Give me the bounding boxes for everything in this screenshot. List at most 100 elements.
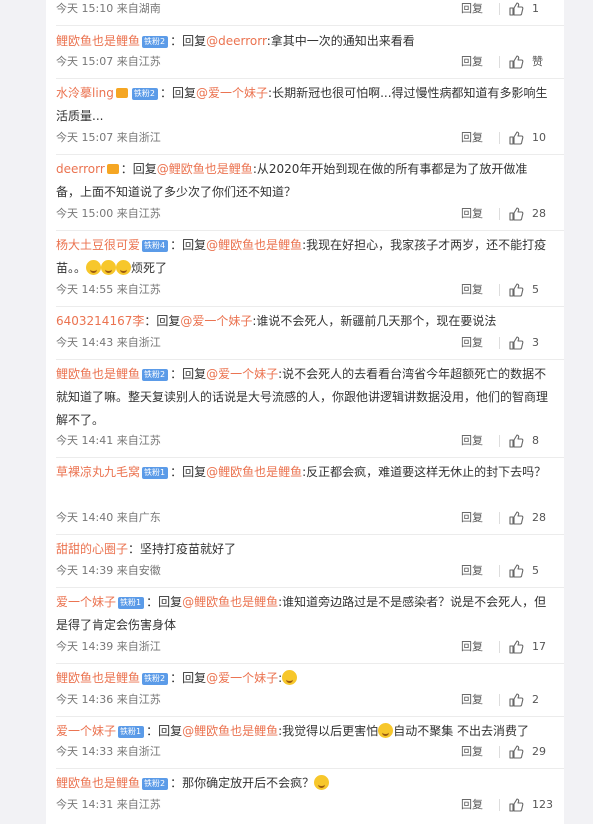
thumbs-up-icon[interactable] [508, 639, 524, 655]
username-link[interactable]: 杨大土豆很可爱 [56, 238, 140, 252]
comment-divider [56, 663, 564, 664]
username-link[interactable]: 爱一个妹子 [56, 595, 116, 609]
comment-divider [56, 230, 564, 231]
comment-divider [56, 306, 564, 307]
fan-badge[interactable]: 铁粉2 [142, 673, 169, 685]
comment-location: 来自江苏 [116, 283, 161, 296]
username-link[interactable]: 鲤欧鱼也是鲤鱼 [56, 34, 140, 48]
comment-list: 今天 15:10 来自湖南 回复 1 鲤欧鱼也是鲤鱼 铁粉2 ：回复@deerrorr:拿… [46, 0, 564, 824]
mention-link[interactable]: @爱一个妹子 [180, 314, 252, 328]
like-count: 8 [532, 434, 539, 447]
thumbs-up-icon[interactable] [508, 744, 524, 760]
comment-location: 来自江苏 [116, 207, 161, 220]
thumbs-up-icon[interactable] [508, 1, 524, 17]
reply-button[interactable]: 回复 [461, 692, 495, 708]
comment-meta: 今天 14:39 来自安徽 [56, 563, 161, 579]
mention-link[interactable]: @鲤欧鱼也是鲤鱼 [157, 162, 253, 176]
mention-link[interactable]: @爱一个妹子 [206, 671, 278, 685]
comment-time: 今天 14:36 [56, 693, 114, 706]
comment-time: 今天 14:55 [56, 283, 114, 296]
username-link[interactable]: 甜甜的心圈子 [56, 542, 128, 556]
reply-button[interactable]: 回复 [461, 130, 495, 146]
reply-button[interactable]: 回复 [461, 510, 495, 526]
reply-button[interactable]: 回复 [461, 563, 495, 579]
reply-button[interactable]: 回复 [461, 282, 495, 298]
thumbs-up-icon[interactable] [508, 282, 524, 298]
comment-divider [56, 716, 564, 717]
reply-button[interactable]: 回复 [461, 206, 495, 222]
comment-actions: 回复 28 [461, 510, 554, 526]
comment-time: 今天 14:40 [56, 511, 114, 524]
mention-link[interactable]: @爱一个妹子 [206, 367, 278, 381]
mention-link[interactable]: @爱一个妹子 [196, 86, 268, 100]
username-link[interactable]: 草裸凉丸九毛窝 [56, 465, 140, 479]
username-link[interactable]: 鲤欧鱼也是鲤鱼 [56, 776, 140, 790]
username-link[interactable]: deerrorr [56, 162, 105, 176]
thumbs-up-icon[interactable] [508, 335, 524, 351]
comment-text: ：那你确定放开后不会疯？ [170, 776, 315, 790]
fan-badge[interactable]: 铁粉1 [118, 597, 145, 609]
comment-time: 今天 14:39 [56, 564, 114, 577]
reply-button[interactable]: 回复 [461, 1, 495, 17]
comment-text: ：回复 [120, 162, 157, 176]
comment-divider [56, 768, 564, 769]
thumbs-up-icon[interactable] [508, 692, 524, 708]
username-link[interactable]: 6403214167李 [56, 314, 144, 328]
fan-badge[interactable]: 铁粉2 [142, 778, 169, 790]
mention-link[interactable]: @deerrorr [206, 34, 267, 48]
fan-badge[interactable]: 铁粉1 [118, 726, 145, 738]
like-count: 17 [532, 640, 546, 653]
reply-button[interactable]: 回复 [461, 54, 495, 70]
reply-button[interactable]: 回复 [461, 744, 495, 760]
mention-link[interactable]: @鲤欧鱼也是鲤鱼 [206, 465, 302, 479]
like-count: 2 [532, 693, 539, 706]
mention-link[interactable]: @鲤欧鱼也是鲤鱼 [206, 238, 302, 252]
mention-link[interactable]: @鲤欧鱼也是鲤鱼 [182, 595, 278, 609]
comment-text: :反正都会疯，难道要这样无休止的封下去吗？ [302, 465, 547, 479]
reply-button[interactable]: 回复 [461, 433, 495, 449]
comment-time: 今天 15:07 [56, 131, 114, 144]
comment-meta: 今天 14:41 来自江苏 [56, 433, 161, 449]
comment-meta: 今天 14:31 来自江苏 [56, 797, 161, 813]
comment-meta: 今天 14:36 来自江苏 [56, 692, 161, 708]
username-link[interactable]: 鲤欧鱼也是鲤鱼 [56, 671, 140, 685]
thumbs-up-icon[interactable] [508, 797, 524, 813]
comment-text: 烦死了 [131, 261, 168, 275]
comment-body: 鲤欧鱼也是鲤鱼 铁粉2 ：回复@deerrorr:拿其中一次的通知出来看看 [56, 30, 551, 53]
fan-badge[interactable]: 铁粉1 [142, 467, 169, 479]
thumbs-up-icon[interactable] [508, 130, 524, 146]
comment-location: 来自江苏 [116, 55, 161, 68]
comment-divider [56, 78, 564, 79]
username-link[interactable]: 水泠摹ling [56, 86, 114, 100]
comment-divider [56, 587, 564, 588]
reply-button[interactable]: 回复 [461, 797, 495, 813]
comment-meta: 今天 14:40 来自广东 [56, 510, 161, 526]
thumbs-up-icon[interactable] [508, 54, 524, 70]
fan-badge[interactable]: 铁粉2 [131, 88, 158, 100]
reply-button[interactable]: 回复 [461, 639, 495, 655]
thumbs-up-icon[interactable] [508, 433, 524, 449]
comment-meta: 今天 15:07 来自浙江 [56, 130, 161, 146]
fan-badge[interactable]: 铁粉4 [142, 240, 169, 252]
comment-body: 鲤欧鱼也是鲤鱼 铁粉2 ：回复@爱一个妹子:说不会死人的去看看台湾省今年超额死亡的数… [56, 363, 551, 432]
username-link[interactable]: 爱一个妹子 [56, 724, 116, 738]
thumbs-up-icon[interactable] [508, 206, 524, 222]
username-link[interactable]: 鲤欧鱼也是鲤鱼 [56, 367, 140, 381]
comment-text: 自动不聚集 不出去消费了 [393, 724, 530, 738]
mention-link[interactable]: @鲤欧鱼也是鲤鱼 [182, 724, 278, 738]
reply-button[interactable]: 回复 [461, 335, 495, 351]
comment-location: 来自江苏 [116, 798, 161, 811]
comment-divider [56, 457, 564, 458]
comment-text: :长期新冠也很可怕啊...得过慢性病都知道有多影响生活质量... [56, 86, 548, 123]
thumbs-up-icon[interactable] [508, 510, 524, 526]
fan-badge[interactable]: 铁粉2 [142, 36, 169, 48]
comment-actions: 回复 123 [461, 797, 554, 813]
comment-actions: 回复 5 [461, 282, 554, 298]
comment-body: 水泠摹ling 铁粉2 ：回复@爱一个妹子:长期新冠也很可怕啊...得过慢性病都知道… [56, 82, 551, 128]
comment-meta: 今天 15:10 来自湖南 [56, 1, 161, 17]
comment-meta: 今天 15:07 来自江苏 [56, 54, 161, 70]
fan-badge[interactable]: 铁粉2 [142, 369, 169, 381]
comment-text: ：回复 [170, 367, 207, 381]
thumbs-up-icon[interactable] [508, 563, 524, 579]
action-divider [499, 337, 500, 349]
